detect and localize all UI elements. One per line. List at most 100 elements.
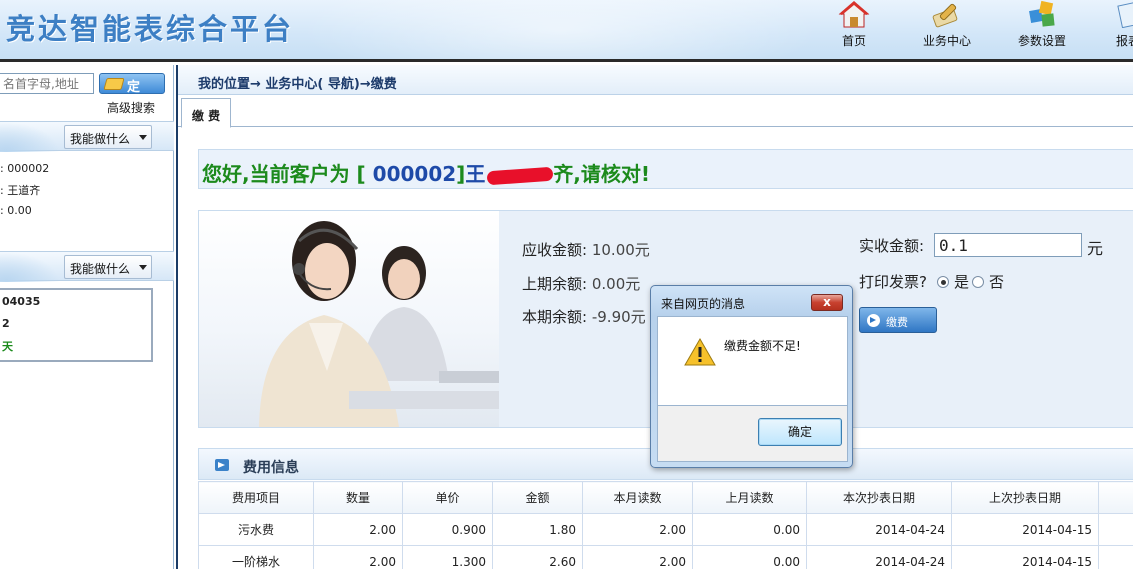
table-row: 一阶梯水 2.00 1.300 2.60 2.00 0.00 2014-04-2… [198, 545, 1133, 569]
warning-icon [684, 338, 716, 366]
dialog-message: 缴费金额不足! [724, 339, 801, 353]
greeting-prefix: 您好,当前客户为 [ [202, 162, 373, 186]
redaction-mark [486, 166, 554, 185]
table-cell: 2014-04-24 [806, 545, 952, 569]
chevron-down-icon [139, 265, 147, 270]
sidebar: 定 位 高级搜索 我能做什么 : 000002 : 王道齐 : 0.00 我能做… [0, 65, 174, 569]
nav-business-center-label: 业务中心 [922, 34, 971, 48]
customer-greeting: 您好,当前客户为 [ 000002]王 齐,请核对! [202, 158, 650, 187]
parameter-settings-icon [1029, 0, 1055, 27]
customer-id-line: : 000002 [0, 162, 50, 175]
column-header: 本月读数 [582, 481, 693, 514]
column-header: 上次抄表日期 [951, 481, 1099, 514]
table-cell: 2.00 [313, 513, 403, 546]
pay-button[interactable]: 缴费 [859, 307, 937, 333]
business-center-icon [932, 3, 958, 28]
home-icon [838, 1, 870, 28]
table-cell: 3 [1098, 513, 1133, 546]
table-cell: 3 [1098, 545, 1133, 569]
dropdown-1-label: 我能做什么 [70, 132, 131, 146]
sidebar-section-1: 我能做什么 [0, 121, 174, 152]
dialog-title: 来自网页的消息 [661, 297, 746, 311]
invoice-no-label: 否 [989, 273, 1005, 291]
table-cell: 2.00 [582, 513, 693, 546]
invoice-yes-radio[interactable] [937, 276, 949, 288]
what-can-i-do-dropdown-2[interactable]: 我能做什么 [64, 255, 152, 279]
table-cell: 2.00 [582, 545, 693, 569]
dialog-body: 缴费金额不足! [657, 316, 848, 406]
customer-balance-line: : 0.00 [0, 204, 32, 217]
table-cell: 1.80 [492, 513, 583, 546]
customer-confirm-bar: 您好,当前客户为 [ 000002]王 齐,请核对! [198, 149, 1133, 189]
close-icon: x [823, 295, 831, 309]
sidebar-section-2: 我能做什么 [0, 251, 174, 282]
breadcrumb: 我的位置→ 业务中心( 导航)→缴费 [198, 77, 397, 92]
table-cell: 1.300 [402, 545, 493, 569]
header-decoration [300, 0, 820, 59]
table-cell: 0.00 [692, 513, 807, 546]
nav-reports-label: 报表 [1115, 34, 1133, 48]
invoice-label: 打印发票? [859, 273, 927, 291]
table-cell: 2.00 [313, 545, 403, 569]
greeting-mid: ] [456, 162, 466, 186]
column-header: 金额 [492, 481, 583, 514]
greeting-suffix: 齐,请核对! [553, 162, 651, 186]
search-input[interactable] [0, 73, 94, 94]
top-header: 竞达智能表综合平台 首页 业务中心 参数设置 报表 [0, 0, 1133, 62]
sidebar-box-line: 天 [2, 340, 13, 353]
receivable-label: 应收金额: [522, 241, 588, 259]
column-header: 上月读数 [692, 481, 807, 514]
currency-unit: 元 [1087, 239, 1104, 258]
invoice-no-radio[interactable] [972, 276, 984, 288]
table-cell: 2.60 [492, 545, 583, 569]
ok-button[interactable]: 确定 [758, 418, 842, 446]
customer-name-fragment: 王 [465, 162, 486, 186]
table-cell: 一阶梯水 [198, 545, 314, 569]
table-cell: 0.00 [692, 545, 807, 569]
nav-parameter-settings-label: 参数设置 [1017, 34, 1066, 48]
current-balance-value: -9.90元 [591, 308, 646, 326]
nav-home-label: 首页 [841, 34, 866, 48]
pay-button-label: 缴费 [886, 316, 908, 329]
sidebar-box-line: 2 [2, 317, 10, 330]
chevron-down-icon [139, 135, 147, 140]
invoice-yes-label: 是 [954, 273, 970, 291]
dialog-footer: 确定 [657, 406, 848, 462]
tab-strip: 缴 费 [178, 95, 1133, 128]
nav-parameter-settings[interactable]: 参数设置 [1002, 0, 1082, 58]
app-title: 竞达智能表综合平台 [6, 12, 295, 46]
actual-amount-input[interactable] [934, 233, 1082, 257]
last-balance-label: 上期余额: [522, 275, 588, 293]
customer-name-line: : 王道齐 [0, 184, 41, 197]
table-cell: 0.900 [402, 513, 493, 546]
locate-button[interactable]: 定 位 [99, 73, 165, 114]
current-balance-field: 本期余额: -9.90元 [522, 306, 646, 327]
table-cell: 2014-04-24 [806, 513, 952, 546]
section-decoration [0, 252, 60, 282]
tab-payment[interactable]: 缴 费 [181, 98, 231, 128]
breadcrumb-bar: 我的位置→ 业务中心( 导航)→缴费 [178, 65, 1133, 95]
receivable-field: 应收金额: 10.00元 [522, 239, 650, 260]
section-decoration [0, 122, 60, 152]
sidebar-box-line: 04035 [2, 295, 41, 308]
dropdown-2-label: 我能做什么 [70, 262, 131, 276]
column-header: 单价 [402, 481, 493, 514]
arrow-right-icon [867, 314, 880, 327]
message-dialog: 来自网页的消息 x 缴费金额不足! 确定 [650, 285, 853, 468]
nav-business-center[interactable]: 业务中心 [907, 0, 987, 58]
receivable-value: 10.00元 [591, 241, 650, 259]
table-cell: 2014-04-15 [951, 513, 1099, 546]
reports-icon [1117, 1, 1133, 28]
nav-home[interactable]: 首页 [814, 0, 894, 58]
current-balance-label: 本期余额: [522, 308, 588, 326]
customer-service-photo [199, 211, 499, 427]
nav-reports[interactable]: 报表 [1088, 0, 1133, 58]
table-cell: 2014-04-15 [951, 545, 1099, 569]
what-can-i-do-dropdown-1[interactable]: 我能做什么 [64, 125, 152, 149]
column-header: 本次抄表日期 [806, 481, 952, 514]
advanced-search-link[interactable]: 高级搜索 [107, 99, 155, 116]
column-header [1098, 481, 1133, 514]
dialog-close-button[interactable]: x [811, 294, 843, 311]
customer-id: 000002 [372, 162, 457, 186]
sidebar-info-box: 04035 2 天 [0, 288, 153, 362]
